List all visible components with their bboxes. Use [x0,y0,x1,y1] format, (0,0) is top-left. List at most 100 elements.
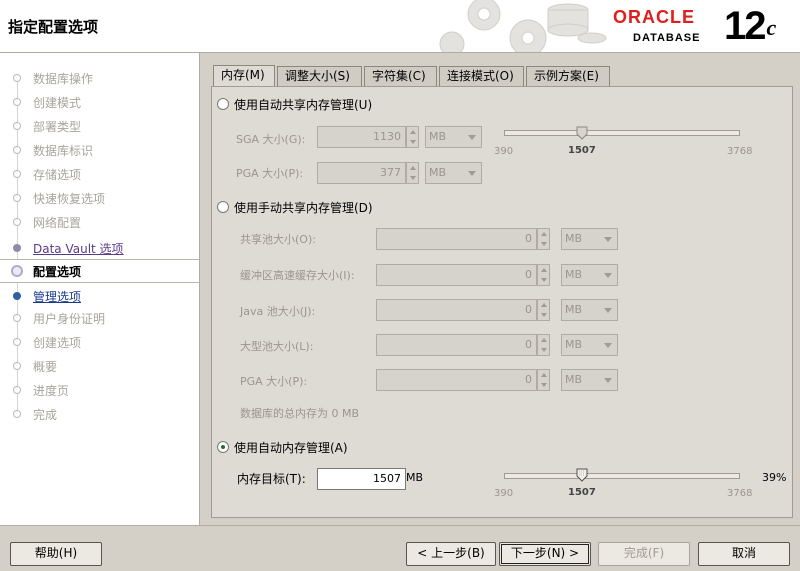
buffer-cache-spinner[interactable] [537,264,550,286]
large-pool-label: 大型池大小(L): [240,340,314,353]
tab-sizing[interactable]: 调整大小(S) [277,66,362,86]
sga-unit-select[interactable]: MB [425,126,482,148]
buffer-cache-input[interactable]: 0 [376,264,537,286]
step-label: 用户身份证明 [33,312,106,326]
next-button[interactable]: 下一步(N) > [499,542,591,566]
step-user-credentials: 用户身份证明 [0,306,199,330]
pga-unit-select[interactable]: MB [425,162,482,184]
version-number: 12 [724,4,766,48]
version-logo: 12c [724,4,777,48]
step-dot-icon [13,362,21,370]
cancel-button[interactable]: 取消 [698,542,790,566]
sga-slider-max: 3768 [727,146,753,157]
step-label: 概要 [33,360,58,374]
step-config-options: 配置选项 [0,259,199,283]
step-label: 进度页 [33,384,70,398]
auto-memory-label[interactable]: 使用自动内存管理(A) [234,439,348,456]
memory-target-slider-thumb[interactable] [576,468,588,482]
step-label: 创建选项 [33,336,82,350]
header-banner: 指定配置选项 ORACLE DATABASE 12c [0,0,800,53]
sga-slider-min: 390 [494,146,514,157]
step-storage-options: 存储选项 [0,162,199,186]
step-label: 快速恢复选项 [33,192,106,206]
step-dot-icon [13,218,21,226]
step-dot-icon [13,244,21,252]
sga-size-input[interactable]: 1130 [317,126,406,148]
pga-size-input[interactable]: 377 [317,162,406,184]
step-dot-icon [13,98,21,106]
memory-target-slider-track[interactable] [504,473,740,479]
memory-target-input[interactable]: 1507 [317,468,406,490]
shared-pool-input[interactable]: 0 [376,228,537,250]
sga-size-spinner[interactable] [406,126,419,148]
oracle-product-text: DATABASE [633,32,701,44]
step-dot-icon [13,386,21,394]
step-database-operation: 数据库操作 [0,66,199,90]
shared-pool-label: 共享池大小(O): [240,233,316,246]
step-fast-recovery: 快速恢复选项 [0,186,199,210]
step-deployment-type: 部署类型 [0,114,199,138]
back-button[interactable]: < 上一步(B) [406,542,496,566]
manual-shared-memory-radio[interactable] [217,201,229,213]
large-pool-unit-select[interactable]: MB [561,334,618,356]
step-dot-icon [13,170,21,178]
manual-pga-unit-select[interactable]: MB [561,369,618,391]
version-suffix: c [766,15,777,40]
memory-slider-min: 390 [494,488,514,499]
manual-pga-spinner[interactable] [537,369,550,391]
auto-memory-radio[interactable] [217,441,229,453]
step-label: 部署类型 [33,120,82,134]
step-label: 创建模式 [33,96,82,110]
sga-slider-track[interactable] [504,130,740,136]
step-label: 配置选项 [33,265,82,279]
sga-slider-thumb[interactable] [576,126,588,140]
step-summary: 概要 [0,354,199,378]
auto-shared-memory-radio[interactable] [217,98,229,110]
shared-pool-spinner[interactable] [537,228,550,250]
step-dot-icon [13,74,21,82]
step-label: 数据库标识 [33,144,94,158]
shared-pool-unit-select[interactable]: MB [561,228,618,250]
tab-charset[interactable]: 字符集(C) [364,66,437,86]
step-dot-icon [13,194,21,202]
tab-memory[interactable]: 内存(M) [213,65,275,86]
memory-slider-max: 3768 [727,488,753,499]
buffer-cache-label: 缓冲区高速缓存大小(I): [240,269,355,282]
step-creation-options: 创建选项 [0,330,199,354]
memory-slider-current: 1507 [568,487,596,498]
pga-size-spinner[interactable] [406,162,419,184]
memory-slider-percent: 39% [762,471,787,484]
java-pool-spinner[interactable] [537,299,550,321]
java-pool-unit-select[interactable]: MB [561,299,618,321]
step-database-identification: 数据库标识 [0,138,199,162]
java-pool-input[interactable]: 0 [376,299,537,321]
gears-graphic [439,0,607,52]
tab-sample-schemas[interactable]: 示例方案(E) [526,66,610,86]
sga-size-label: SGA 大小(G): [236,133,306,146]
auto-shared-memory-label[interactable]: 使用自动共享内存管理(U) [234,96,372,113]
manual-shared-memory-label[interactable]: 使用手动共享内存管理(D) [234,199,373,216]
step-management-options[interactable]: 管理选项 [0,284,199,308]
step-dot-icon [13,292,21,300]
step-dot-icon [13,314,21,322]
step-label[interactable]: 管理选项 [33,288,81,305]
pga-size-label: PGA 大小(P): [236,167,304,180]
manual-pga-input[interactable]: 0 [376,369,537,391]
step-label: 数据库操作 [33,72,94,86]
step-label: 完成 [33,408,58,422]
step-create-mode: 创建模式 [0,90,199,114]
large-pool-input[interactable]: 0 [376,334,537,356]
help-button[interactable]: 帮助(H) [10,542,102,566]
tab-connection-mode[interactable]: 连接模式(O) [439,66,524,86]
step-label[interactable]: Data Vault 选项 [33,240,124,257]
buffer-cache-unit-select[interactable]: MB [561,264,618,286]
manual-pga-label: PGA 大小(P): [240,375,308,388]
memory-target-unit: MB [406,471,424,484]
finish-button[interactable]: 完成(F) [598,542,690,566]
sga-slider-current: 1507 [568,145,596,156]
large-pool-spinner[interactable] [537,334,550,356]
memory-target-label: 内存目标(T): [237,472,306,486]
step-data-vault[interactable]: Data Vault 选项 [0,236,199,260]
step-dot-icon [13,338,21,346]
steps-sidebar: 数据库操作 创建模式 部署类型 数据库标识 存储选项 快速恢复选项 网络配置 D… [0,53,200,525]
